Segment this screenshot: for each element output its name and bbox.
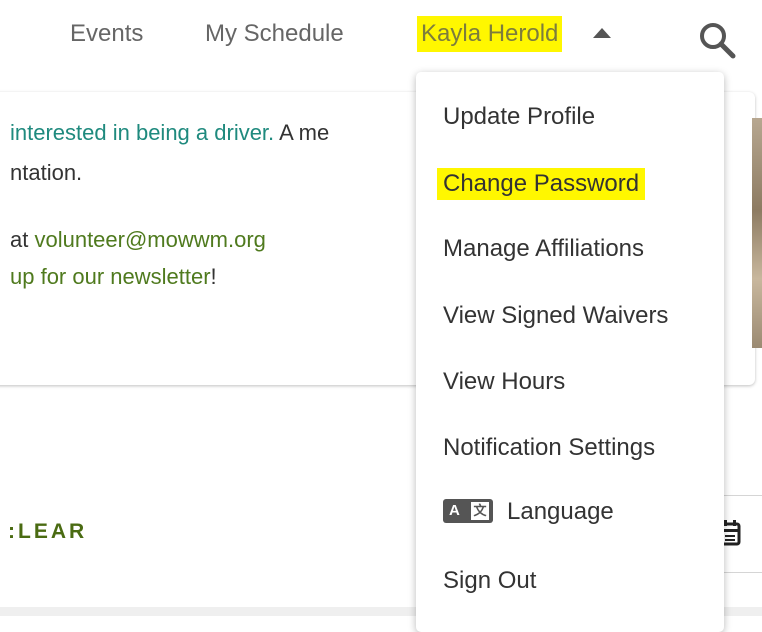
newsletter-link[interactable]: up for our newsletter: [10, 264, 211, 289]
info-text: at: [10, 227, 35, 252]
clear-filters-link[interactable]: :LEAR: [8, 520, 87, 544]
user-menu-toggle[interactable]: Kayla Herold: [417, 16, 563, 52]
menu-item-notification-settings[interactable]: Notification Settings: [443, 434, 655, 462]
event-photo: [752, 118, 762, 348]
menu-item-view-signed-waivers[interactable]: View Signed Waivers: [443, 302, 668, 330]
menu-item-view-hours[interactable]: View Hours: [443, 368, 565, 396]
search-icon[interactable]: [697, 20, 737, 60]
menu-item-language[interactable]: A 文 Language: [443, 498, 614, 526]
translate-icon-a: A: [449, 501, 460, 519]
nav-events-link[interactable]: Events: [70, 20, 143, 48]
info-text: !: [210, 264, 217, 289]
top-navigation: Events My Schedule Kayla Herold: [0, 0, 762, 74]
caret-up-icon[interactable]: [593, 28, 611, 38]
translate-icon-b: 文: [471, 501, 489, 520]
info-line-newsletter: up for our newsletter!: [10, 264, 217, 290]
translate-icon: A 文: [443, 498, 493, 523]
info-line-orientation: ntation.: [10, 160, 83, 185]
nav-my-schedule-link[interactable]: My Schedule: [205, 20, 344, 48]
menu-item-manage-affiliations[interactable]: Manage Affiliations: [443, 235, 644, 263]
menu-item-language-label: Language: [507, 498, 614, 525]
user-dropdown-menu: Update Profile Change Password Manage Af…: [416, 72, 724, 632]
driver-link[interactable]: interested in being a driver.: [10, 120, 274, 145]
info-text: A me: [274, 120, 330, 145]
volunteer-email-link[interactable]: volunteer@mowwm.org: [34, 227, 265, 252]
menu-item-change-password[interactable]: Change Password: [437, 168, 646, 200]
info-line-driver: interested in being a driver. A me: [10, 120, 329, 146]
info-line-email: at volunteer@mowwm.org: [10, 227, 266, 253]
menu-item-sign-out[interactable]: Sign Out: [443, 567, 536, 595]
menu-item-update-profile[interactable]: Update Profile: [443, 103, 595, 131]
